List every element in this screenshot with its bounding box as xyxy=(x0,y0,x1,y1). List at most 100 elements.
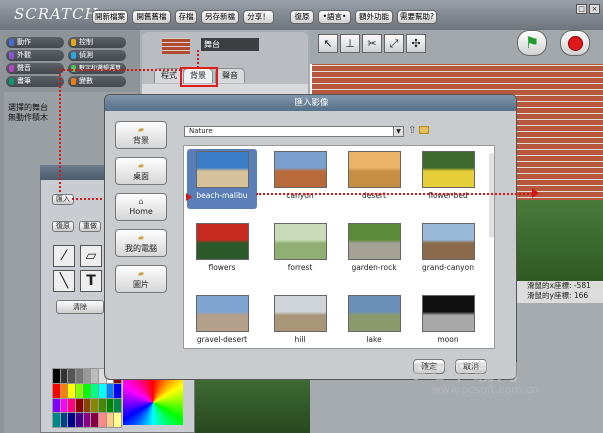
color-swatch[interactable] xyxy=(91,398,98,413)
folder-up-icon[interactable]: ⇧ xyxy=(408,125,416,136)
color-swatch[interactable] xyxy=(60,398,68,413)
line-icon[interactable]: ╲ xyxy=(53,270,75,292)
folder-path-select[interactable]: Nature xyxy=(184,126,404,137)
color-swatch[interactable] xyxy=(98,383,106,398)
menu-undo[interactable]: 復原 xyxy=(290,10,314,24)
paint-canvas-preview xyxy=(195,380,310,433)
color-swatch[interactable] xyxy=(60,413,68,427)
category-pen[interactable]: 畫筆 xyxy=(6,76,64,87)
menu-save[interactable]: 存檔 xyxy=(175,10,197,24)
image-item-gravel-desert[interactable]: gravel-desert xyxy=(187,293,257,353)
menu-save-as[interactable]: 另存新檔 xyxy=(201,10,239,24)
sidebar-item-desktop[interactable]: ▰ 桌面 xyxy=(115,157,167,185)
color-swatch[interactable] xyxy=(60,383,68,398)
color-swatch[interactable] xyxy=(68,383,75,398)
category-label: 聲音 xyxy=(17,64,31,72)
color-swatch[interactable] xyxy=(75,413,83,427)
color-swatch[interactable] xyxy=(68,369,75,383)
stop-button[interactable] xyxy=(560,30,590,56)
image-item-flower-bed[interactable]: flower-bed xyxy=(413,149,483,209)
color-swatch[interactable] xyxy=(91,369,98,383)
paint-undo-button[interactable]: 復原 xyxy=(52,221,74,232)
image-item-lake[interactable]: lake xyxy=(339,293,409,353)
category-variables[interactable]: 變數 xyxy=(68,76,126,87)
grow-icon[interactable]: ⤢ xyxy=(384,34,404,53)
stamp-icon[interactable]: ⊥ xyxy=(340,34,360,53)
category-color-icon xyxy=(9,65,14,72)
color-swatch[interactable] xyxy=(68,413,75,427)
color-swatch[interactable] xyxy=(83,369,91,383)
image-item-moon[interactable]: moon xyxy=(413,293,483,353)
sidebar-item-pictures[interactable]: ▰ 圖片 xyxy=(115,265,167,293)
category-looks[interactable]: 外觀 xyxy=(6,50,64,61)
menu-extras[interactable]: 額外功能 xyxy=(355,10,393,24)
color-swatch[interactable] xyxy=(75,383,83,398)
paint-redo-button[interactable]: 重做 xyxy=(79,221,101,232)
color-swatch[interactable] xyxy=(53,413,60,427)
color-spectrum[interactable] xyxy=(123,380,183,425)
image-item-grand-canyon[interactable]: grand-canyon xyxy=(413,221,483,281)
image-item-beach-malibu[interactable]: beach-malibu xyxy=(187,149,257,209)
color-swatch[interactable] xyxy=(75,369,83,383)
eraser-icon[interactable]: ▱ xyxy=(80,245,102,267)
sprite-name-field[interactable]: 舞台 xyxy=(201,38,259,51)
image-item-garden-rock[interactable]: garden-rock xyxy=(339,221,409,281)
color-swatch[interactable] xyxy=(83,413,91,427)
category-label: 變數 xyxy=(79,77,93,85)
scrollbar[interactable] xyxy=(489,153,494,238)
color-swatch[interactable] xyxy=(114,383,121,398)
color-swatch[interactable] xyxy=(106,413,114,427)
menu-language[interactable]: •語言• xyxy=(318,10,351,24)
color-swatch[interactable] xyxy=(106,383,114,398)
clear-button[interactable]: 清除 xyxy=(56,300,104,314)
category-sound[interactable]: 聲音 xyxy=(6,63,64,74)
tab-sounds[interactable]: 聲音 xyxy=(215,68,245,83)
category-sensing[interactable]: 偵測 xyxy=(68,50,126,61)
image-item-desert[interactable]: desert xyxy=(339,149,409,209)
color-swatch[interactable] xyxy=(68,398,75,413)
image-item-canyon[interactable]: canyon xyxy=(265,149,335,209)
color-swatch[interactable] xyxy=(83,383,91,398)
image-thumbnail xyxy=(347,295,401,332)
color-swatch[interactable] xyxy=(60,369,68,383)
menu-share[interactable]: 分享！ xyxy=(243,10,274,24)
category-label: 控制 xyxy=(79,38,93,46)
green-flag-button[interactable]: ⚑ xyxy=(517,30,547,56)
maximize-icon[interactable]: □ xyxy=(576,4,587,14)
sidebar-item-home[interactable]: ⌂ Home xyxy=(115,193,167,221)
shrink-icon[interactable]: ✣ xyxy=(406,34,426,53)
color-swatch[interactable] xyxy=(114,413,121,427)
sidebar-item-my-computer[interactable]: ▰ 我的電腦 xyxy=(115,229,167,257)
color-swatch[interactable] xyxy=(53,383,60,398)
menu-help[interactable]: 需要幫助? xyxy=(397,10,437,24)
category-motion[interactable]: 動作 xyxy=(6,37,64,48)
color-swatch[interactable] xyxy=(114,398,121,413)
image-item-flowers[interactable]: flowers xyxy=(187,221,257,281)
image-item-hill[interactable]: hill xyxy=(265,293,335,353)
menu-open-file[interactable]: 開舊舊檔 xyxy=(132,10,171,24)
color-swatch[interactable] xyxy=(83,398,91,413)
color-swatch[interactable] xyxy=(53,398,60,413)
color-swatch[interactable] xyxy=(75,398,83,413)
brush-icon[interactable]: ⁄ xyxy=(53,245,75,267)
image-item-forrest[interactable]: forrest xyxy=(265,221,335,281)
annotation-line xyxy=(197,50,199,68)
scissors-icon[interactable]: ✂ xyxy=(362,34,382,53)
color-swatch[interactable] xyxy=(91,383,98,398)
color-swatch[interactable] xyxy=(53,369,60,383)
color-swatch[interactable] xyxy=(106,398,114,413)
color-swatch[interactable] xyxy=(91,413,98,427)
text-icon[interactable]: T xyxy=(80,270,102,292)
close-icon[interactable]: × xyxy=(589,4,600,14)
chevron-down-icon[interactable]: ▼ xyxy=(393,126,404,137)
color-swatch[interactable] xyxy=(98,398,106,413)
menu-new-file[interactable]: 開新檔案 xyxy=(92,10,128,24)
category-color-icon xyxy=(71,52,76,59)
color-swatch[interactable] xyxy=(98,413,106,427)
cursor-icon[interactable]: ↖ xyxy=(318,34,338,53)
new-folder-icon[interactable] xyxy=(419,126,429,134)
category-control[interactable]: 控制 xyxy=(68,37,126,48)
import-button[interactable]: 匯入 xyxy=(52,194,74,205)
image-item-label: gravel-desert xyxy=(196,335,248,344)
sidebar-item-backgrounds[interactable]: ▰ 背景 xyxy=(115,121,167,149)
